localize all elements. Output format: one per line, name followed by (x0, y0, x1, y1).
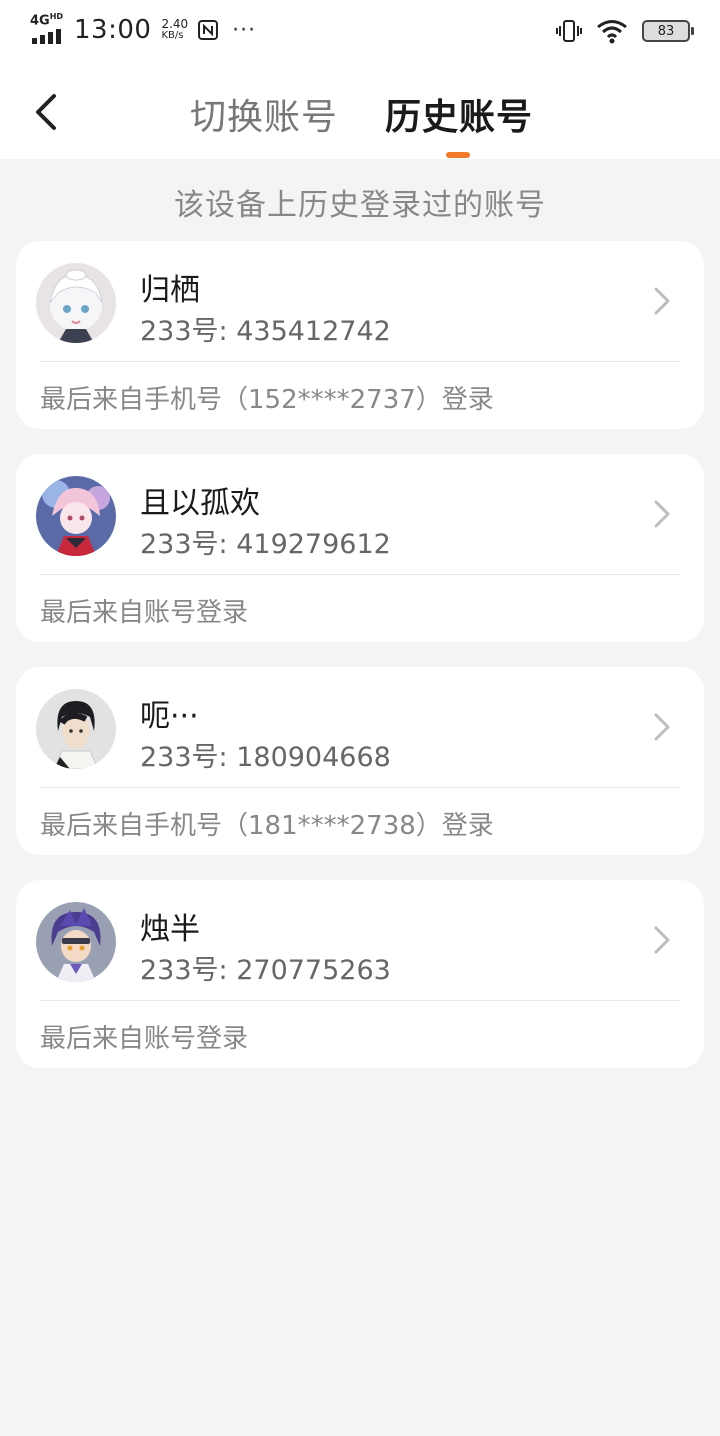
account-name: 烛半 (140, 912, 200, 947)
last-login-info: 最后来自账号登录 (40, 598, 249, 628)
more-notifications-icon: ··· (232, 17, 257, 43)
divider (40, 1000, 680, 1001)
chevron-right-icon (654, 926, 670, 954)
account-card[interactable]: 且以孤欢 233号: 419279612 最后来自账号登录 (16, 454, 704, 642)
notification-app-icon (198, 20, 219, 40)
account-id: 233号: 435412742 (140, 316, 391, 347)
status-bar: 4GHD 13:00 2.40 KB/s ··· 83 (0, 0, 720, 64)
tab-history-account[interactable]: 历史账号 (385, 88, 533, 140)
avatar (36, 476, 116, 556)
wifi-icon (597, 20, 627, 44)
page-subtitle: 该设备上历史登录过的账号 (174, 188, 546, 223)
account-id: 233号: 419279612 (140, 529, 391, 560)
avatar (36, 902, 116, 982)
chevron-right-icon (654, 287, 670, 315)
last-login-info: 最后来自账号登录 (40, 1024, 249, 1054)
divider (40, 574, 680, 575)
account-card[interactable]: 归栖 233号: 435412742 最后来自手机号（152****2737）登… (16, 241, 704, 429)
vibrate-icon (556, 20, 582, 42)
divider (40, 361, 680, 362)
last-login-info: 最后来自手机号（152****2737）登录 (40, 385, 494, 415)
back-arrow-icon[interactable] (26, 86, 70, 138)
account-name: 呃··· (140, 699, 199, 734)
battery-icon: 83 (642, 20, 694, 42)
account-card[interactable]: 呃··· 233号: 180904668 最后来自手机号（181****2738… (16, 667, 704, 855)
cellular-signal-icon: 4GHD (30, 12, 68, 46)
chevron-right-icon (654, 713, 670, 741)
tab-switch-account[interactable]: 切换账号 (190, 88, 338, 140)
active-tab-indicator (446, 152, 470, 158)
account-name: 且以孤欢 (140, 486, 260, 521)
divider (40, 787, 680, 788)
account-card[interactable]: 烛半 233号: 270775263 最后来自账号登录 (16, 880, 704, 1068)
account-id: 233号: 270775263 (140, 955, 391, 986)
avatar (36, 689, 116, 769)
last-login-info: 最后来自手机号（181****2738）登录 (40, 811, 494, 841)
chevron-right-icon (654, 500, 670, 528)
nav-bar: 切换账号 历史账号 (0, 64, 720, 159)
avatar (36, 263, 116, 343)
account-name: 归栖 (140, 273, 200, 308)
status-time: 13:00 (74, 15, 152, 45)
account-id: 233号: 180904668 (140, 742, 391, 773)
network-speed: 2.40 KB/s (161, 17, 189, 41)
